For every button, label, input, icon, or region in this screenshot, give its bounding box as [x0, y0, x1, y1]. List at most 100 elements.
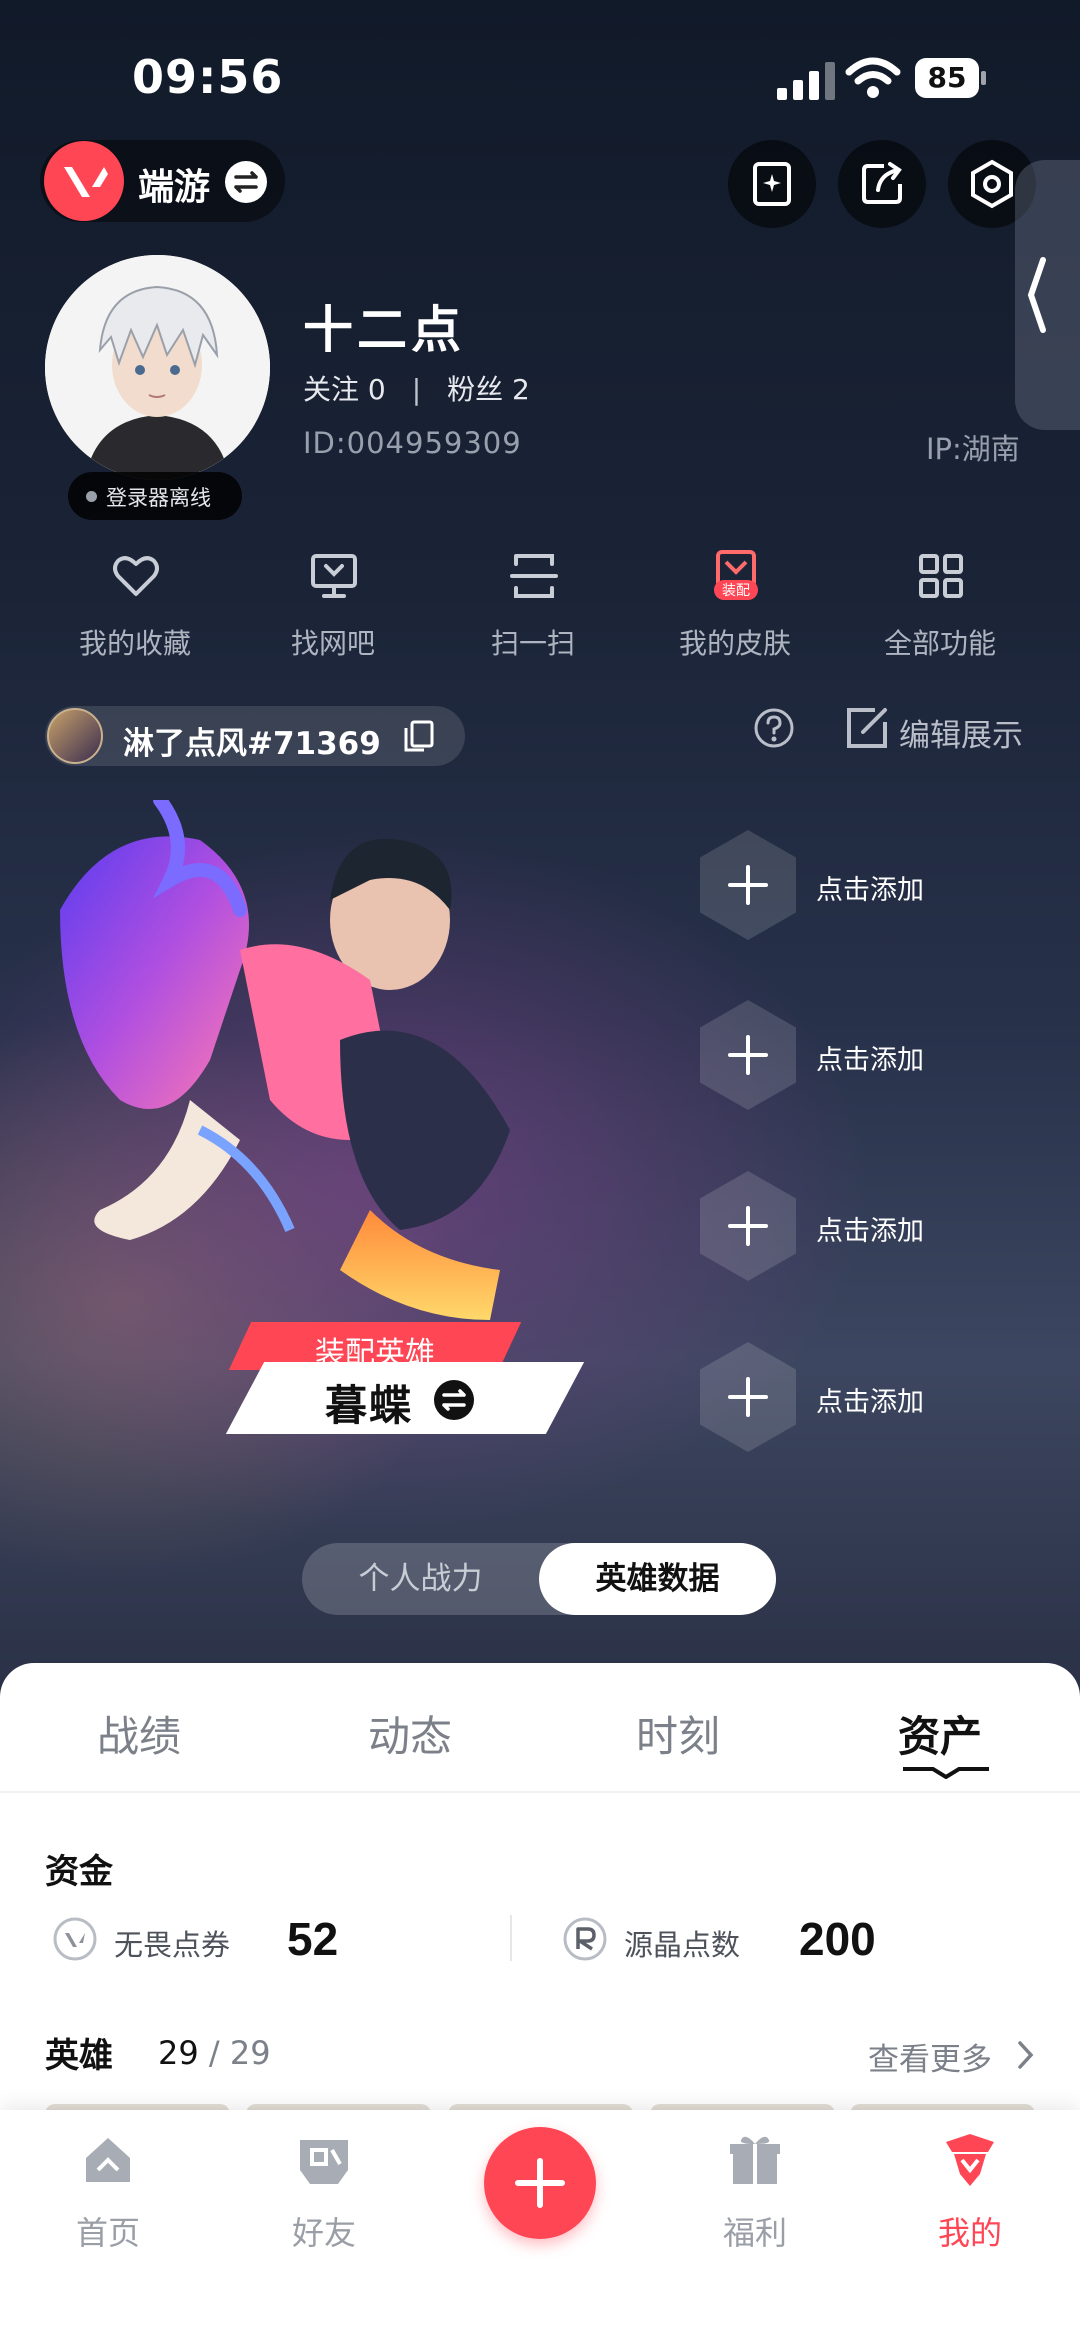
quick-action-favorites[interactable]: 我的收藏	[50, 550, 220, 670]
skin-icon: 装配	[714, 550, 758, 600]
quick-action-all[interactable]: 全部功能	[855, 550, 1025, 670]
edit-icon	[847, 708, 887, 748]
user-id: ID:004959309	[303, 426, 522, 460]
tab-moments[interactable]: 时刻	[636, 1703, 720, 1764]
nav-label: 福利	[722, 2214, 787, 2252]
quick-action-label: 扫一扫	[490, 627, 575, 660]
heroes-owned: 29	[158, 2034, 199, 2072]
game-name: 端游	[138, 167, 211, 208]
plus-icon	[515, 2158, 565, 2208]
home-icon	[86, 2138, 130, 2182]
following-count[interactable]: 关注 0	[303, 373, 386, 406]
tab-activity[interactable]: 动态	[368, 1703, 452, 1764]
game-avatar	[47, 708, 103, 764]
plus-icon	[728, 1206, 768, 1246]
game-switch-button[interactable]: 端游	[40, 140, 285, 222]
hero-artwork	[60, 800, 510, 1320]
copy-icon[interactable]	[400, 718, 436, 754]
side-drawer-handle[interactable]	[1015, 160, 1080, 430]
tab-assets[interactable]: 资产	[898, 1703, 982, 1764]
toggle-personal-power[interactable]: 个人战力	[302, 1543, 539, 1615]
add-slot-label: 点击添加	[816, 1216, 924, 1247]
help-icon[interactable]	[752, 706, 796, 750]
chevron-left-icon	[1027, 257, 1046, 333]
quick-action-label: 我的皮肤	[678, 627, 791, 660]
share-button[interactable]	[838, 140, 926, 228]
nav-label: 好友	[291, 2214, 356, 2252]
fund-value: 200	[799, 1913, 876, 1965]
friends-icon	[300, 2140, 348, 2184]
plus-icon	[728, 865, 768, 905]
profile-tabs: 战绩 动态 时刻 资产	[0, 1663, 1080, 1793]
valorant-logo-icon	[44, 141, 124, 221]
funds-title: 资金	[45, 1852, 113, 1892]
add-slot-label: 点击添加	[816, 1387, 924, 1418]
fund-label: 源晶点数	[624, 1928, 741, 1962]
avatar[interactable]	[45, 255, 270, 480]
battery-level: 85	[915, 58, 979, 98]
add-slot[interactable]: 点击添加	[700, 1000, 1000, 1110]
nav-label: 我的	[937, 2214, 1002, 2252]
stats-toggle: 个人战力 英雄数据	[302, 1543, 776, 1615]
quick-action-label: 找网吧	[290, 627, 375, 660]
fund-divider	[510, 1915, 512, 1961]
fund-vp: 无畏点券 52	[52, 1912, 472, 1966]
me-icon	[946, 2134, 994, 2186]
swap-icon	[225, 161, 267, 203]
quick-action-skins[interactable]: 装配 我的皮肤	[650, 550, 820, 670]
heroes-total: / 29	[208, 2034, 271, 2072]
signal-icon	[777, 62, 835, 100]
radianite-icon	[563, 1917, 607, 1961]
see-more-link[interactable]: 查看更多	[868, 2034, 992, 2079]
quick-action-netcafe[interactable]: 找网吧	[248, 550, 418, 670]
fund-radianite: 源晶点数 200	[562, 1912, 982, 1966]
card-sparkle-icon	[753, 162, 791, 206]
hero-name: 暮蝶	[325, 1381, 414, 1430]
fans-count[interactable]: 粉丝 2	[447, 373, 530, 406]
scan-icon	[510, 554, 558, 598]
username: 十二点	[303, 301, 465, 359]
quick-action-scan[interactable]: 扫一扫	[448, 550, 618, 670]
vp-icon	[53, 1917, 97, 1961]
chevron-right-icon[interactable]	[1012, 2038, 1038, 2072]
add-card-button[interactable]	[728, 140, 816, 228]
add-slot-label: 点击添加	[816, 875, 924, 906]
tab-record[interactable]: 战绩	[97, 1703, 181, 1764]
quick-action-label: 全部功能	[883, 627, 996, 660]
add-slot[interactable]: 点击添加	[700, 830, 1000, 940]
stats-separator: |	[411, 373, 422, 406]
add-slot[interactable]: 点击添加	[700, 1171, 1000, 1281]
quick-action-label: 我的收藏	[78, 627, 191, 660]
heroes-count: 29 / 29	[158, 2034, 271, 2072]
heart-icon	[113, 556, 159, 596]
toggle-hero-data[interactable]: 英雄数据	[539, 1543, 776, 1615]
share-icon	[862, 162, 902, 204]
nav-me[interactable]: 我的	[890, 2130, 1050, 2260]
gift-icon	[730, 2136, 780, 2184]
game-account-name: 淋了点风#71369	[123, 726, 381, 762]
edit-showcase-button[interactable]: 编辑展示	[845, 706, 1045, 754]
hero-swap-icon[interactable]	[434, 1380, 474, 1420]
ip-location: IP:湖南	[926, 432, 1020, 466]
add-slot-label: 点击添加	[816, 1045, 924, 1076]
nav-rewards[interactable]: 福利	[675, 2130, 835, 2260]
edit-showcase-label: 编辑展示	[899, 718, 1023, 754]
launcher-status-badge: 登录器离线	[68, 472, 242, 520]
launcher-status-text: 登录器离线	[106, 486, 211, 510]
game-account-chip[interactable]: 淋了点风#71369	[45, 706, 465, 766]
add-slot[interactable]: 点击添加	[700, 1342, 1000, 1452]
battery-indicator: 85	[915, 58, 986, 98]
nav-home[interactable]: 首页	[28, 2130, 188, 2260]
create-post-button[interactable]	[484, 2127, 596, 2239]
follow-stats: 关注 0 | 粉丝 2	[303, 368, 530, 408]
wifi-icon	[845, 57, 901, 98]
plus-icon	[728, 1377, 768, 1417]
skin-badge: 装配	[722, 583, 750, 599]
fund-value: 52	[287, 1913, 339, 1965]
active-tab-indicator	[903, 1767, 989, 1779]
status-time: 09:56	[132, 50, 284, 104]
grid-icon	[919, 554, 963, 598]
nav-label: 首页	[75, 2214, 140, 2252]
nav-friends[interactable]: 好友	[244, 2130, 404, 2260]
heroes-title: 英雄	[45, 2036, 113, 2076]
